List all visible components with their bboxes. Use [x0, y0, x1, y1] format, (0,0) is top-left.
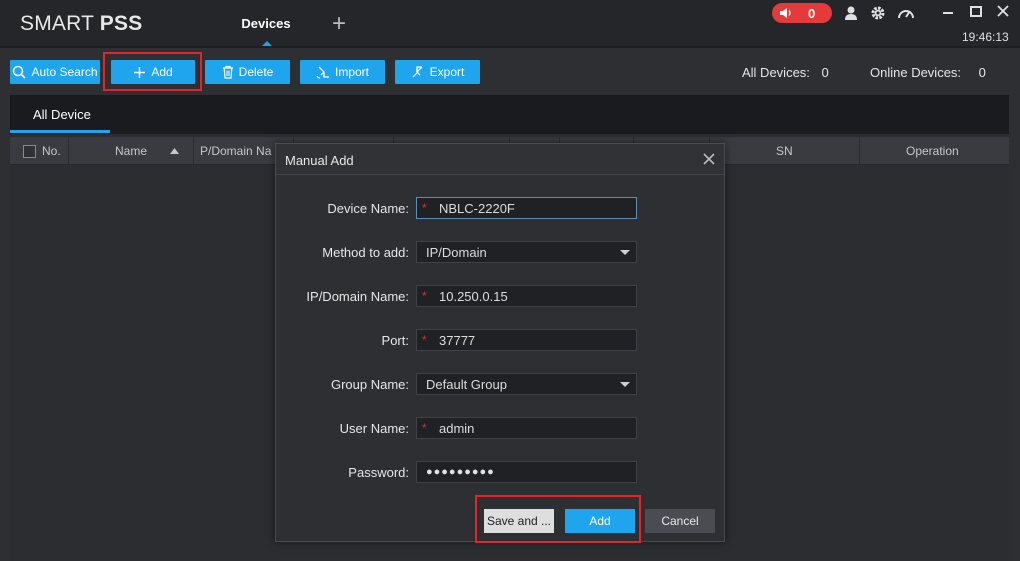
column-operation[interactable]: Operation: [860, 137, 1009, 165]
port-label: Port:: [381, 333, 409, 348]
maximize-icon[interactable]: [967, 3, 985, 21]
user-icon[interactable]: [842, 5, 860, 21]
group-name-select[interactable]: Default Group: [416, 373, 637, 395]
column-sn-label: SN: [776, 144, 793, 158]
sort-up-icon: [170, 148, 179, 154]
export-icon: [412, 66, 423, 78]
method-to-add-select[interactable]: IP/Domain: [416, 241, 637, 263]
tab-devices[interactable]: Devices: [238, 0, 294, 48]
logo-text-pss: PSS: [99, 12, 143, 35]
speaker-icon: [780, 8, 791, 18]
export-label: Export: [429, 65, 465, 79]
device-name-label: Device Name:: [327, 201, 409, 216]
tab-all-device[interactable]: All Device: [10, 95, 110, 134]
all-devices-counter: All Devices: 0: [742, 65, 829, 80]
add-tab-button[interactable]: +: [327, 12, 351, 36]
delete-button[interactable]: Delete: [205, 60, 290, 84]
required-marker: *: [422, 421, 427, 435]
trash-icon: [222, 65, 233, 79]
column-name-label: Name: [115, 144, 148, 158]
import-button[interactable]: Import: [300, 60, 385, 84]
search-icon: [13, 65, 27, 79]
tab-devices-label: Devices: [241, 16, 291, 31]
device-name-input[interactable]: * NBLC-2220F: [416, 197, 637, 219]
column-no[interactable]: No.: [10, 137, 69, 165]
import-label: Import: [334, 65, 369, 79]
app-logo: SMART PSS: [20, 12, 142, 36]
tab-all-device-label: All Device: [33, 107, 91, 122]
online-devices-counter: Online Devices: 0: [870, 65, 986, 80]
user-name-input[interactable]: * admin: [416, 417, 637, 439]
highlight-box-add: [103, 52, 202, 91]
column-operation-label: Operation: [906, 144, 959, 158]
device-tab-bar: All Device: [10, 95, 1009, 134]
port-value: 37777: [439, 333, 476, 348]
ip-domain-value: 10.250.0.15: [439, 289, 508, 304]
dialog-title: Manual Add: [285, 153, 354, 168]
manual-add-dialog: Manual Add Device Name: * NBLC-2220F Met…: [275, 143, 725, 542]
user-name-label: User Name:: [339, 421, 409, 436]
ip-domain-label: IP/Domain Name:: [306, 289, 409, 304]
tab-underline: [10, 130, 110, 133]
group-name-label: Group Name:: [330, 377, 409, 392]
password-input[interactable]: ●●●●●●●●●: [416, 461, 637, 483]
ip-domain-input[interactable]: * 10.250.0.15: [416, 285, 637, 307]
import-icon: [316, 66, 329, 79]
column-name[interactable]: Name: [69, 137, 194, 165]
method-to-add-value: IP/Domain: [426, 245, 487, 260]
minimize-icon[interactable]: [939, 3, 957, 21]
dialog-close-icon[interactable]: [702, 152, 716, 166]
title-bar: SMART PSS Devices + 0 19:46:13: [0, 0, 1020, 48]
online-devices-label: Online Devices:: [870, 65, 962, 80]
dropdown-caret-icon: [620, 382, 630, 387]
password-label: Password:: [348, 465, 409, 480]
required-marker: *: [422, 201, 427, 215]
column-ip-domain-label: P/Domain Na: [200, 144, 272, 158]
device-name-value: NBLC-2220F: [439, 201, 515, 216]
active-tab-indicator: [262, 41, 272, 46]
column-sn[interactable]: SN: [710, 137, 860, 165]
auto-search-label: Auto Search: [31, 65, 98, 79]
column-no-label: No.: [42, 144, 61, 158]
clock: 19:46:13: [962, 30, 1009, 44]
alarm-badge[interactable]: 0: [772, 3, 832, 23]
method-to-add-label: Method to add:: [322, 245, 409, 260]
user-name-value: admin: [439, 421, 475, 436]
dialog-cancel-button[interactable]: Cancel: [645, 509, 715, 533]
dropdown-caret-icon: [620, 250, 630, 255]
online-devices-count: 0: [978, 65, 986, 80]
dialog-title-bar: Manual Add: [276, 144, 724, 175]
port-input[interactable]: * 37777: [416, 329, 637, 351]
password-value: ●●●●●●●●●: [426, 466, 495, 478]
alarm-count: 0: [808, 6, 816, 21]
gear-icon[interactable]: [869, 5, 887, 21]
required-marker: *: [422, 333, 427, 347]
delete-label: Delete: [238, 65, 274, 79]
group-name-value: Default Group: [426, 377, 507, 392]
all-devices-label: All Devices:: [742, 65, 810, 80]
export-button[interactable]: Export: [395, 60, 480, 84]
close-icon[interactable]: [994, 3, 1012, 21]
gauge-icon[interactable]: [897, 5, 915, 21]
all-devices-count: 0: [821, 65, 829, 80]
required-marker: *: [422, 289, 427, 303]
logo-text-smart: SMART: [20, 12, 100, 35]
select-all-checkbox[interactable]: [23, 145, 36, 158]
highlight-box-dialog-buttons: [475, 495, 641, 543]
auto-search-button[interactable]: Auto Search: [10, 60, 100, 84]
